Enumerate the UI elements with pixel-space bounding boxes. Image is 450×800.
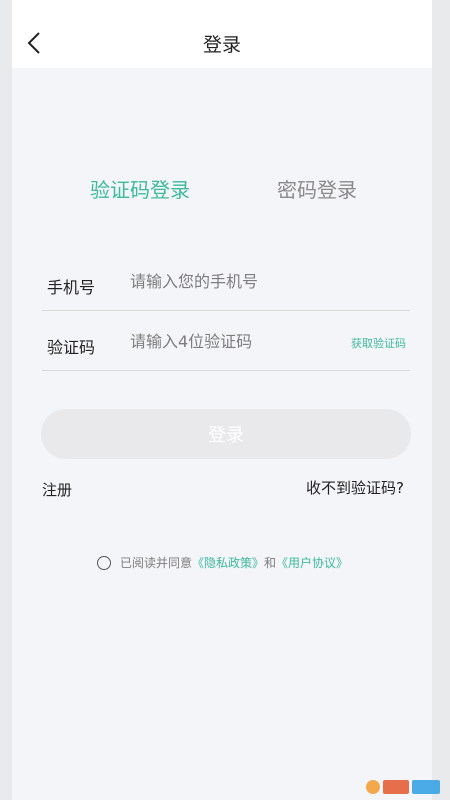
- code-label: 验证码: [47, 338, 96, 357]
- agree-radio[interactable]: [97, 555, 111, 570]
- phone-row: 手机号: [42, 250, 410, 311]
- watermark-logo: [366, 778, 440, 796]
- tab-password-login[interactable]: 密码登录: [277, 174, 357, 203]
- page-title: 登录: [202, 34, 241, 56]
- phone-input[interactable]: [130, 266, 330, 296]
- get-code-button[interactable]: 获取验证码: [351, 335, 406, 351]
- agreement: 已阅读并同意 《隐私政策》 和 《用户协议》: [97, 554, 348, 571]
- tab-sms-login[interactable]: 验证码登录: [90, 174, 190, 203]
- phone-label: 手机号: [47, 278, 96, 297]
- register-link[interactable]: 注册: [42, 479, 72, 500]
- agreement-and: 和: [264, 556, 277, 570]
- no-code-link[interactable]: 收不到验证码?: [306, 477, 404, 498]
- code-row: 验证码 获取验证码: [42, 310, 410, 371]
- app-screen: 登录 验证码登录 密码登录 手机号 验证码 获取验证码 登录 注册 收不到验证码…: [12, 0, 432, 800]
- privacy-policy-link[interactable]: 《隐私政策》: [192, 554, 264, 571]
- agreement-prefix: 已阅读并同意: [120, 556, 193, 570]
- code-input[interactable]: [130, 326, 330, 356]
- nav-bar: 登录: [12, 0, 432, 68]
- login-button[interactable]: 登录: [41, 409, 411, 459]
- user-agreement-link[interactable]: 《用户协议》: [276, 554, 348, 571]
